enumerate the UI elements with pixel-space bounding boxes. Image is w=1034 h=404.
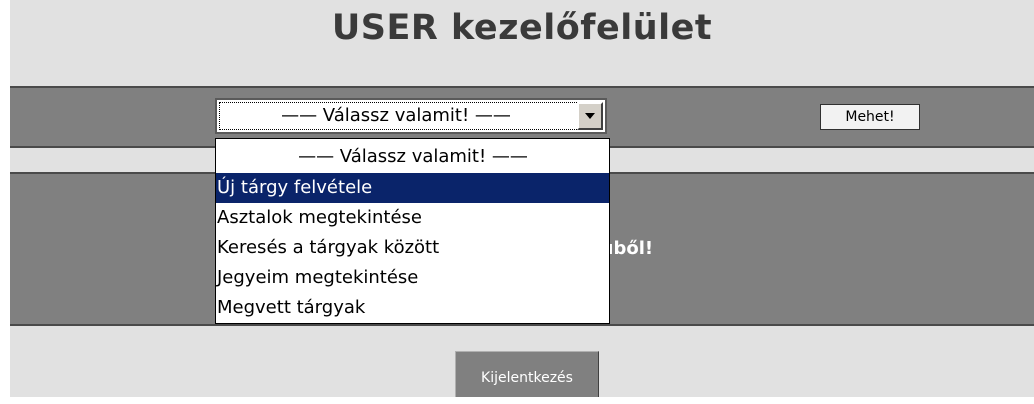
go-button[interactable]: Mehet! — [820, 104, 920, 130]
menu-option[interactable]: —— Válassz valamit! —— — [216, 139, 609, 173]
chevron-down-icon[interactable] — [577, 102, 603, 130]
menu-option-search[interactable]: Keresés a tárgyak között — [216, 233, 609, 263]
menu-dropdown-list: —— Válassz valamit! —— Új tárgy felvétel… — [215, 138, 610, 324]
menu-option-purchased[interactable]: Megvett tárgyak — [216, 293, 609, 323]
menu-option-new-item[interactable]: Új tárgy felvétele — [216, 173, 609, 203]
menu-option-tables[interactable]: Asztalok megtekintése — [216, 203, 609, 233]
logout-button[interactable]: Kijelentkezés — [455, 351, 599, 397]
page-title: USER kezelőfelület — [331, 8, 713, 48]
menu-select-value: —— Válassz valamit! —— — [281, 105, 511, 126]
menu-option-tickets[interactable]: Jegyeim megtekintése — [216, 263, 609, 293]
menu-select[interactable]: —— Válassz valamit! —— — [215, 98, 607, 134]
